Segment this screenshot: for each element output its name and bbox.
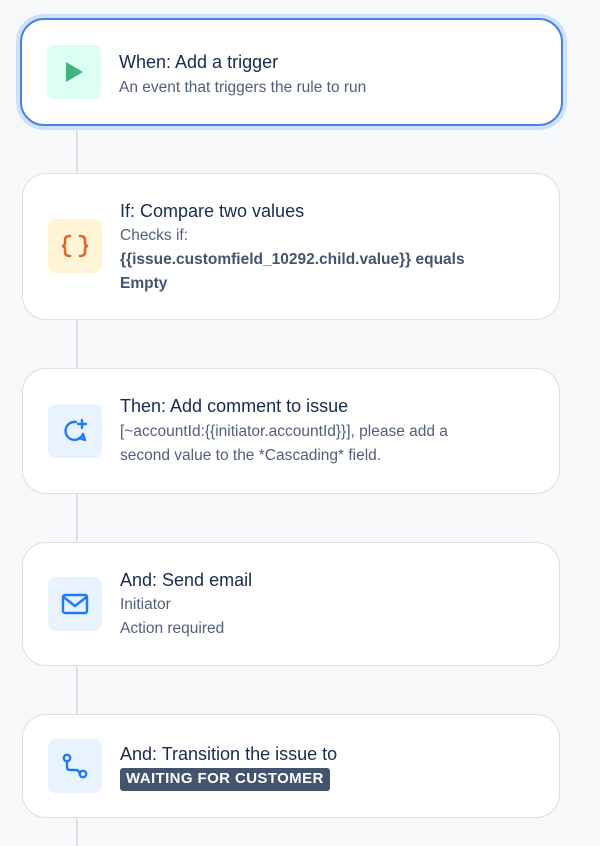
description-label: Checks if: [120,227,189,244]
send-email-step-card[interactable]: And: Send email Initiator Action require… [22,542,560,666]
connector-line [76,124,78,174]
connector-line [76,665,78,715]
trigger-icon-box [47,45,101,99]
status-badge: WAITING FOR CUSTOMER [120,768,330,791]
email-icon-box [48,577,102,631]
rule-builder-canvas: When: Add a trigger An event that trigge… [0,0,600,846]
curly-braces-icon [61,234,89,258]
transition-step-card[interactable]: And: Transition the issue to WAITING FOR… [22,714,560,818]
connector-line [76,319,78,369]
step-title: And: Transition the issue to [120,744,338,764]
description-line: [~accountId:{{initiator.accountId}}], pl… [120,423,448,440]
comment-add-icon [64,418,88,442]
connector-line [76,493,78,543]
step-title: And: Send email [120,570,253,590]
step-description: Checks if: {{issue.customfield_10292.chi… [120,224,529,296]
transition-icon-box [48,739,102,793]
comment-icon-box [48,404,102,458]
description-line: Action required [120,620,225,637]
step-description: Initiator Action required [120,593,529,641]
step-title: Then: Add comment to issue [120,396,349,416]
email-icon [61,593,89,615]
step-description: An event that triggers the rule to run [119,79,367,96]
transition-icon [62,753,88,779]
play-icon [66,62,83,82]
step-description: [~accountId:{{initiator.accountId}}], pl… [120,420,529,468]
condition-icon-box [48,219,102,273]
description-expression: {{issue.customfield_10292.child.value}} … [120,251,465,268]
trigger-step-card[interactable]: When: Add a trigger An event that trigge… [20,18,563,126]
step-title: When: Add a trigger [119,52,279,72]
connector-line [76,817,78,846]
description-line: Initiator [120,596,171,613]
description-expression-value: Empty [120,275,168,292]
add-comment-step-card[interactable]: Then: Add comment to issue [~accountId:{… [22,368,560,494]
description-line: second value to the *Cascading* field. [120,447,382,464]
step-description: WAITING FOR CUSTOMER [120,767,529,791]
condition-step-card[interactable]: If: Compare two values Checks if: {{issu… [22,173,560,320]
step-title: If: Compare two values [120,201,305,221]
